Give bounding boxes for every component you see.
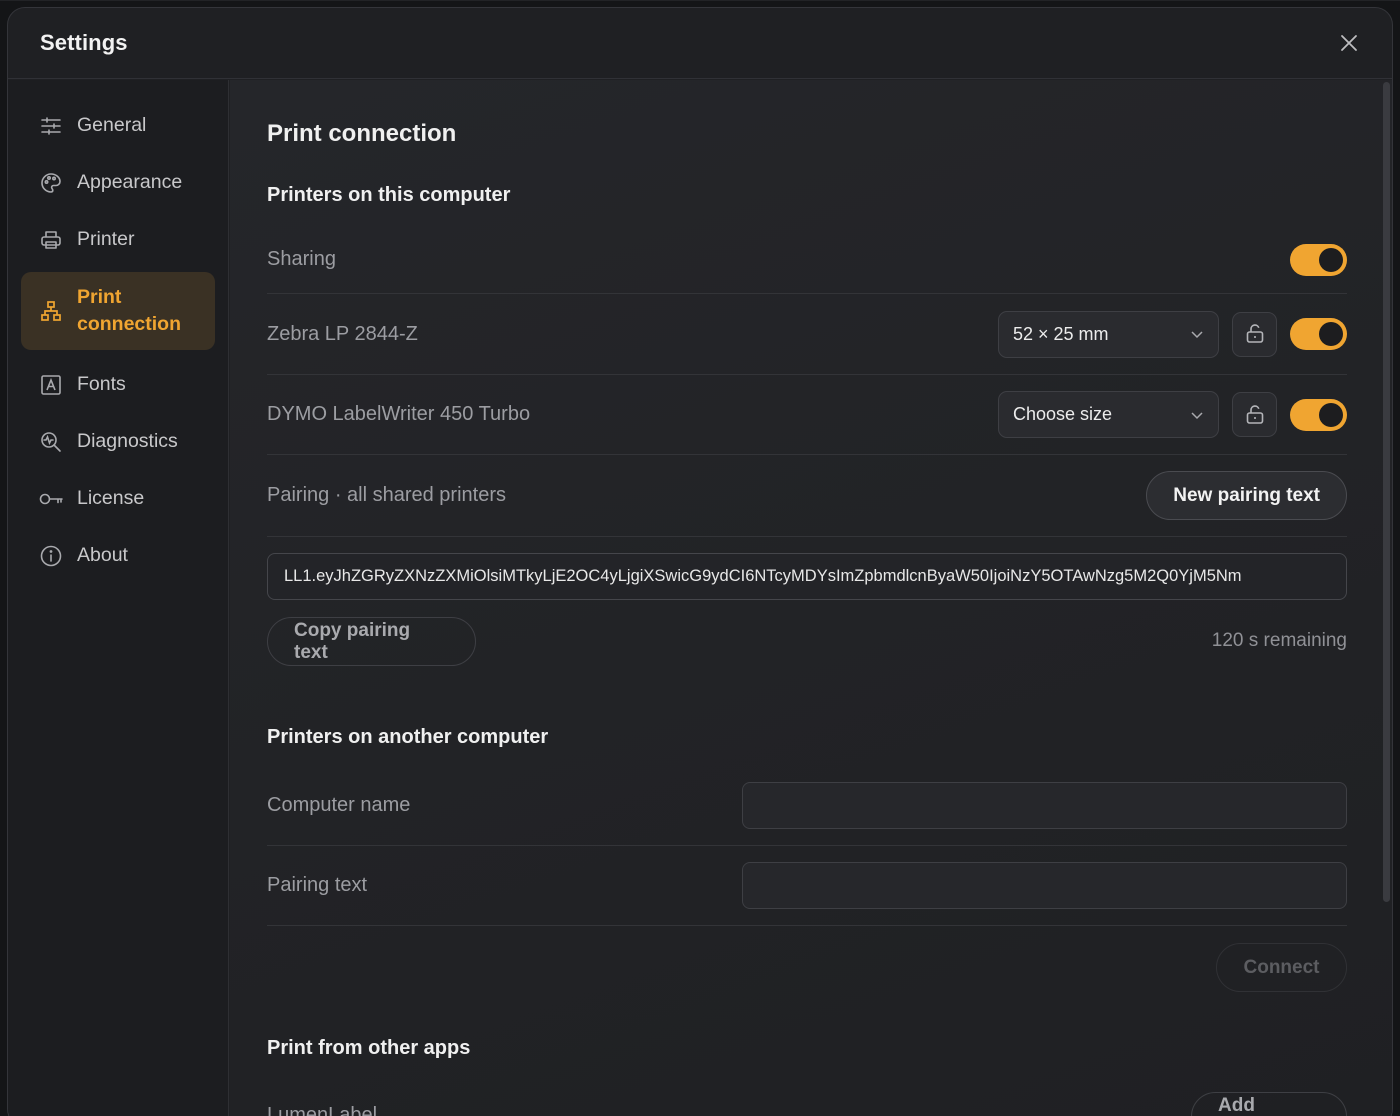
- sidebar-item-label: Diagnostics: [77, 430, 178, 452]
- sidebar-item-label: General: [77, 114, 147, 136]
- computer-name-row: Computer name: [267, 766, 1347, 846]
- sidebar-item-print-connection[interactable]: Print connection: [21, 272, 215, 350]
- dialog-title: Settings: [40, 30, 128, 55]
- printer-name: DYMO LabelWriter 450 Turbo: [267, 403, 531, 425]
- key-icon: [38, 486, 64, 512]
- sidebar-item-label: Appearance: [77, 171, 183, 193]
- label-size-select[interactable]: Choose size: [998, 391, 1219, 438]
- sidebar-item-fonts[interactable]: Fonts: [21, 356, 215, 413]
- unlock-button[interactable]: [1232, 392, 1277, 437]
- sidebar-item-printer[interactable]: Printer: [21, 211, 215, 268]
- section-heading-apps: Print from other apps: [267, 1037, 471, 1059]
- select-value: Choose size: [1013, 404, 1113, 424]
- printer-share-toggle[interactable]: [1290, 318, 1347, 350]
- chevron-down-icon: [1191, 411, 1203, 419]
- chevron-down-icon: [1191, 331, 1203, 339]
- sliders-icon: [38, 113, 64, 139]
- printer-row: Zebra LP 2844-Z 52 × 25 mm: [267, 294, 1347, 375]
- close-icon: [1341, 35, 1357, 51]
- dialog-titlebar: Settings: [8, 8, 1392, 79]
- printer-icon: [38, 227, 64, 253]
- sidebar-item-label: Printer: [77, 228, 135, 250]
- sidebar-item-label: License: [77, 487, 145, 509]
- sidebar-item-label: About: [77, 544, 128, 566]
- diagnostics-icon: [38, 429, 64, 455]
- scrollbar[interactable]: [1383, 82, 1390, 902]
- settings-dialog: Settings General Appearance Printer Prin…: [7, 7, 1393, 1116]
- add-printer-button[interactable]: Add printer: [1191, 1092, 1347, 1116]
- unlock-icon: [1246, 324, 1263, 343]
- sidebar-item-about[interactable]: About: [21, 527, 215, 584]
- connect-button[interactable]: Connect: [1216, 943, 1347, 992]
- computer-name-label: Computer name: [267, 794, 411, 816]
- printer-share-toggle[interactable]: [1290, 398, 1347, 431]
- section-heading-local: Printers on this computer: [267, 184, 511, 206]
- pairing-text-input[interactable]: [742, 862, 1347, 909]
- pairing-countdown: 120 s remaining: [1211, 630, 1347, 651]
- computer-name-input[interactable]: [742, 782, 1347, 829]
- sharing-toggle[interactable]: [1290, 243, 1347, 276]
- new-pairing-button[interactable]: New pairing text: [1146, 471, 1347, 520]
- sidebar-item-license[interactable]: License: [21, 470, 215, 527]
- info-icon: [38, 543, 64, 569]
- select-value: 52 × 25 mm: [1013, 323, 1109, 344]
- background-divider: [0, 0, 1400, 1]
- sidebar-item-appearance[interactable]: Appearance: [21, 154, 215, 211]
- unlock-button[interactable]: [1232, 311, 1277, 357]
- app-name: LumenLabel: [267, 1104, 378, 1116]
- font-icon: [38, 372, 64, 398]
- pairing-label: Pairing · all shared printers: [267, 484, 506, 506]
- palette-icon: [38, 170, 64, 196]
- sidebar-item-label: Print connection: [77, 286, 182, 335]
- settings-sidebar: General Appearance Printer Print connect…: [8, 80, 229, 1116]
- copy-pairing-button[interactable]: Copy pairing text: [267, 617, 476, 666]
- close-button[interactable]: [1334, 28, 1364, 58]
- settings-content: Print connection Printers on this comput…: [230, 80, 1392, 1116]
- sidebar-item-general[interactable]: General: [21, 97, 215, 154]
- page-title: Print connection: [267, 120, 457, 147]
- pairing-text-label: Pairing text: [267, 874, 368, 896]
- pairing-row: Pairing · all shared printers New pairin…: [267, 455, 1347, 537]
- sidebar-item-label: Fonts: [77, 373, 126, 395]
- app-row: LumenLabel Add printer: [267, 1090, 1347, 1116]
- printer-name: Zebra LP 2844-Z: [267, 322, 418, 345]
- pairing-token-field[interactable]: LL1.eyJhZGRyZXNzZXMiOlsiMTkyLjE2OC4yLjgi…: [267, 553, 1347, 600]
- sharing-label: Sharing: [267, 248, 336, 270]
- printer-row: DYMO LabelWriter 450 Turbo Choose size: [267, 375, 1347, 455]
- sharing-row: Sharing: [267, 226, 1347, 294]
- unlock-icon: [1246, 404, 1263, 424]
- sidebar-item-diagnostics[interactable]: Diagnostics: [21, 413, 215, 470]
- label-size-select[interactable]: 52 × 25 mm: [998, 310, 1219, 358]
- pairing-text-row: Pairing text: [267, 846, 1347, 926]
- section-heading-remote: Printers on another computer: [267, 726, 549, 748]
- network-icon: [38, 298, 64, 324]
